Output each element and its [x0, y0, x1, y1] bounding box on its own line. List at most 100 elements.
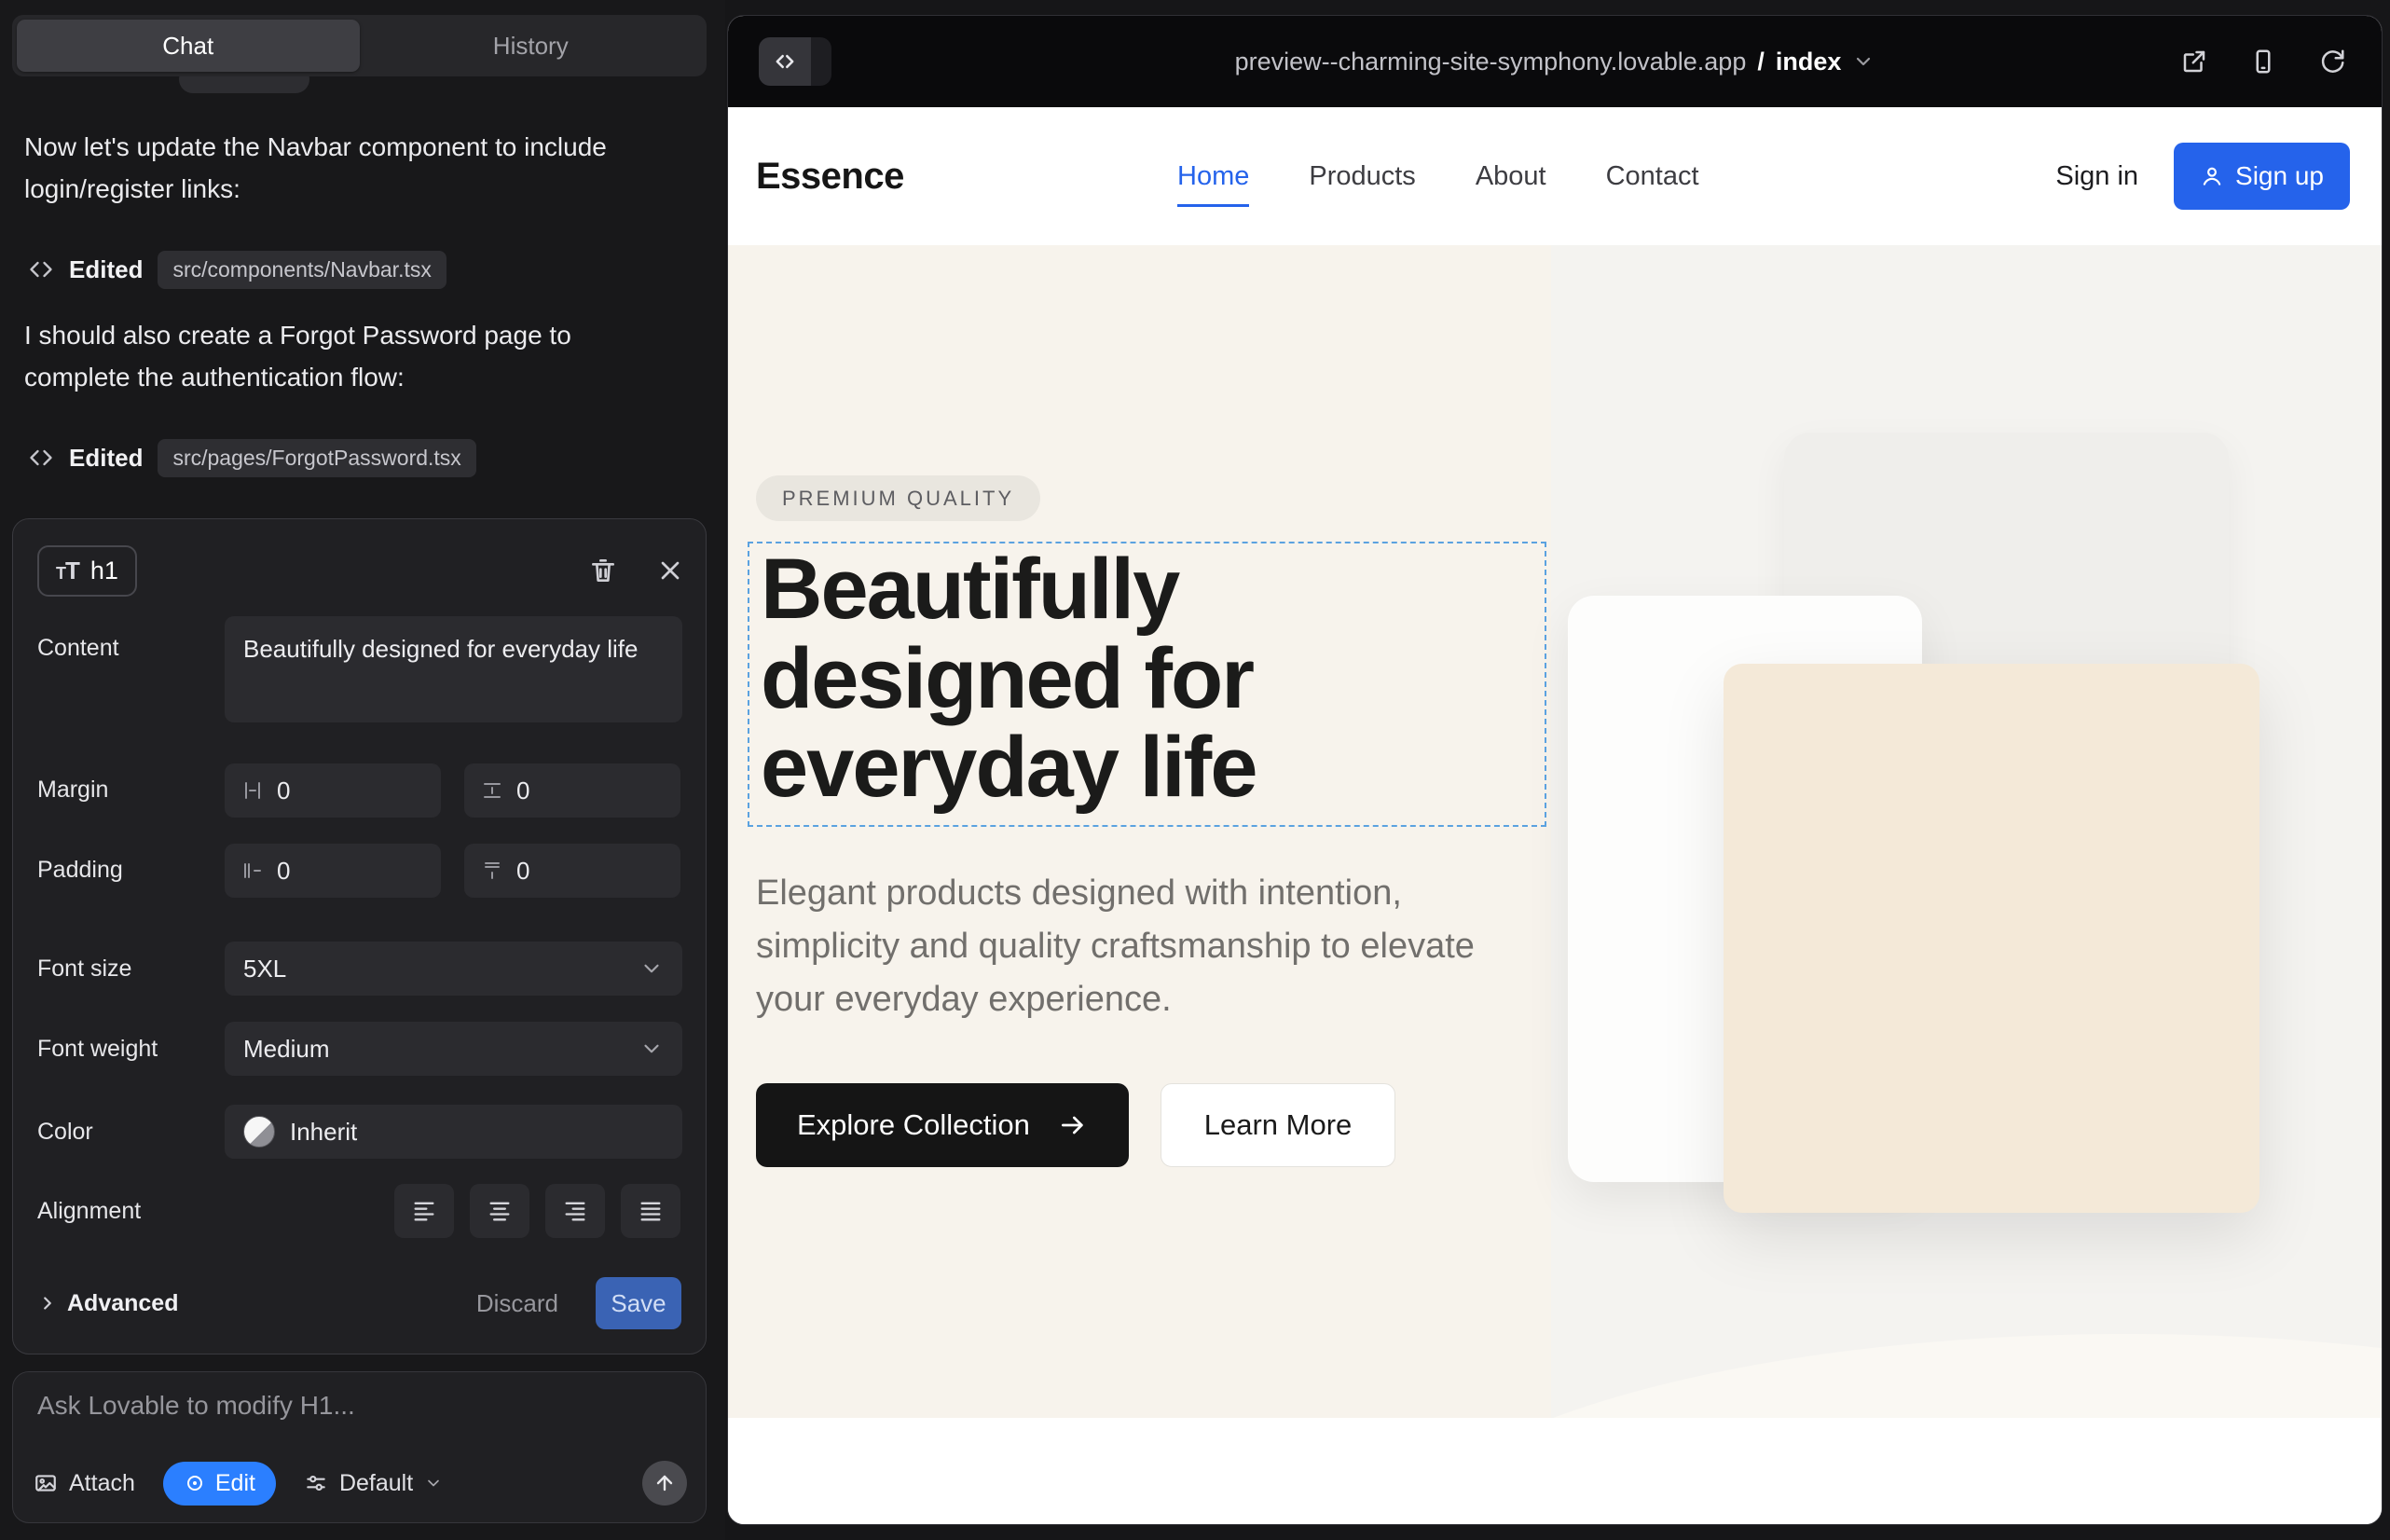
code-icon [28, 256, 54, 282]
composer-toolbar: Attach Edit Default [34, 1459, 687, 1507]
font-weight-select[interactable]: Medium [225, 1022, 682, 1076]
chevron-down-icon [1852, 50, 1875, 73]
font-size-label: Font size [37, 956, 131, 983]
discard-button[interactable]: Discard [476, 1289, 558, 1318]
align-justify-button[interactable] [621, 1184, 680, 1238]
align-center-button[interactable] [470, 1184, 529, 1238]
selected-h1-element[interactable]: Beautifully designed for everyday life [748, 542, 1546, 827]
margin-y-value: 0 [516, 777, 529, 805]
color-swatch [243, 1116, 275, 1148]
model-selector[interactable]: Default [304, 1470, 443, 1497]
chat-message: Now let's update the Navbar component to… [24, 127, 684, 211]
trash-icon[interactable] [588, 556, 618, 585]
element-tag-selector[interactable]: TT h1 [37, 545, 137, 597]
image-icon [34, 1471, 58, 1495]
margin-y-input[interactable]: 0 [464, 763, 680, 818]
site-brand[interactable]: Essence [756, 107, 904, 245]
type-icon: TT [56, 557, 79, 585]
file-chip[interactable]: src/pages/ForgotPassword.tsx [158, 439, 475, 477]
padding-y-input[interactable]: 0 [464, 844, 680, 898]
margin-x-icon [241, 779, 264, 802]
learn-more-button[interactable]: Learn More [1161, 1083, 1395, 1167]
site-nav-auth: Sign in Sign up [2055, 107, 2350, 245]
hero-cta-row: Explore Collection Learn More [756, 1083, 1395, 1167]
chevron-down-icon [639, 956, 664, 981]
target-icon [184, 1472, 206, 1494]
sliders-icon [304, 1471, 328, 1495]
align-left-button[interactable] [394, 1184, 454, 1238]
padding-x-icon [241, 859, 264, 882]
editor-footer: Advanced Discard Save [37, 1276, 681, 1330]
nav-link-contact[interactable]: Contact [1606, 161, 1699, 192]
font-weight-value: Medium [243, 1035, 329, 1064]
align-left-icon [411, 1198, 437, 1224]
hero-curve-decoration [1380, 1334, 2383, 1418]
font-size-select[interactable]: 5XL [225, 942, 682, 996]
product-card-beige [1724, 664, 2260, 1213]
color-select[interactable]: Inherit [225, 1105, 682, 1159]
site-navbar: Essence Home Products About Contact Sign… [728, 107, 2383, 245]
chat-message: I should also create a Forgot Password p… [24, 315, 684, 399]
color-value: Inherit [290, 1118, 357, 1147]
margin-x-value: 0 [277, 777, 290, 805]
chat-composer: Attach Edit Default [12, 1371, 707, 1523]
sign-in-link[interactable]: Sign in [2055, 161, 2138, 192]
open-external-icon[interactable] [2180, 48, 2208, 76]
url-bar[interactable]: preview--charming-site-symphony.lovable.… [728, 16, 2382, 107]
explore-collection-button[interactable]: Explore Collection [756, 1083, 1129, 1167]
padding-x-input[interactable]: 0 [225, 844, 441, 898]
edit-mode-button[interactable]: Edit [163, 1462, 276, 1506]
composer-input[interactable] [37, 1391, 680, 1445]
nav-link-products[interactable]: Products [1309, 161, 1415, 192]
url-host: preview--charming-site-symphony.lovable.… [1235, 48, 1747, 76]
send-button[interactable] [642, 1461, 687, 1506]
margin-x-input[interactable]: 0 [225, 763, 441, 818]
app-root: Chat History Now let's update the Navbar… [0, 0, 2390, 1540]
site-preview: Essence Home Products About Contact Sign… [728, 107, 2383, 1525]
color-label: Color [37, 1119, 93, 1146]
model-selector-label: Default [339, 1470, 413, 1497]
attach-label: Attach [69, 1470, 135, 1497]
sign-up-label: Sign up [2235, 161, 2324, 191]
alignment-label: Alignment [37, 1198, 141, 1225]
font-size-value: 5XL [243, 955, 286, 983]
advanced-label: Advanced [67, 1290, 178, 1317]
panel-drag-handle[interactable] [811, 37, 831, 86]
align-right-button[interactable] [545, 1184, 605, 1238]
chevron-down-icon [424, 1474, 443, 1492]
mobile-view-icon[interactable] [2249, 48, 2277, 76]
close-icon[interactable] [655, 556, 685, 585]
nav-link-about[interactable]: About [1476, 161, 1546, 192]
padding-y-icon [481, 859, 503, 882]
advanced-toggle[interactable]: Advanced [37, 1290, 178, 1317]
hero-heading: Beautifully designed for everyday life [761, 545, 1545, 813]
tab-chat[interactable]: Chat [17, 20, 360, 72]
explore-collection-label: Explore Collection [797, 1108, 1030, 1142]
user-icon [2200, 164, 2224, 188]
hero-section: PREMIUM QUALITY Beautifully designed for… [728, 245, 2383, 1418]
chat-panel: Chat History Now let's update the Navbar… [0, 0, 725, 1540]
tab-history[interactable]: History [360, 20, 703, 72]
hero-description: Elegant products designed with intention… [756, 867, 1502, 1026]
nav-link-home[interactable]: Home [1177, 161, 1249, 192]
sign-up-button[interactable]: Sign up [2174, 143, 2350, 210]
save-button[interactable]: Save [596, 1277, 681, 1329]
code-view-toggle[interactable] [759, 37, 831, 86]
align-justify-icon [638, 1198, 664, 1224]
editor-header: TT h1 [37, 542, 685, 599]
element-editor-panel: TT h1 Content Beautifully designed for e… [12, 518, 707, 1354]
content-field[interactable]: Beautifully designed for everyday life [225, 616, 682, 722]
code-icon [28, 445, 54, 471]
file-chip[interactable]: src/components/Navbar.tsx [158, 251, 446, 289]
preview-topbar: preview--charming-site-symphony.lovable.… [728, 16, 2382, 107]
premium-quality-badge: PREMIUM QUALITY [756, 475, 1040, 521]
alignment-buttons [394, 1184, 680, 1238]
edit-label: Edit [215, 1470, 255, 1497]
editor-actions [588, 556, 685, 585]
content-label: Content [37, 635, 119, 662]
preview-controls [2180, 16, 2346, 107]
refresh-icon[interactable] [2318, 48, 2346, 76]
preview-window: preview--charming-site-symphony.lovable.… [727, 15, 2383, 1525]
attach-button[interactable]: Attach [34, 1470, 135, 1497]
footer-actions: Discard Save [476, 1277, 681, 1329]
